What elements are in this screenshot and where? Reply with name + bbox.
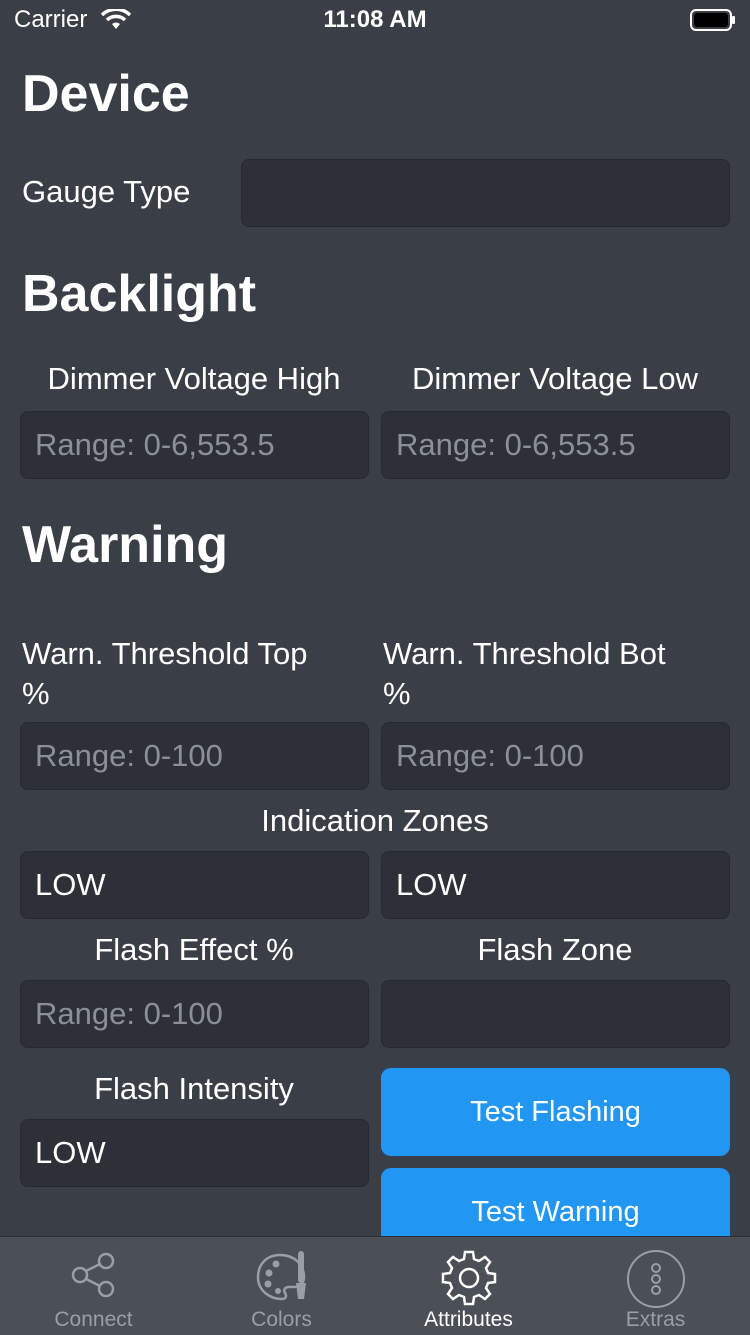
tab-extras-label: Extras [625,1308,686,1331]
indication-zones-label: Indication Zones [261,803,489,838]
threshold-bot-label: Warn. Threshold Bot % [383,634,666,714]
indication-zone-right-select[interactable]: LOW [381,851,730,919]
device-section-title: Device [22,65,190,123]
dimmer-high-input[interactable]: Range: 0-6,553.5 [20,411,369,479]
threshold-bot-label-line2: % [383,676,411,711]
clock: 11:08 AM [323,6,427,33]
threshold-bot-label-line1: Warn. Threshold Bot [383,636,666,671]
test-warning-button[interactable]: Test Warning [381,1168,730,1236]
dimmer-low-input[interactable]: Range: 0-6,553.5 [381,411,730,479]
threshold-top-label-line2: % [22,676,50,711]
threshold-top-label: Warn. Threshold Top % [22,634,307,714]
flash-zone-label: Flash Zone [477,932,633,967]
flash-intensity-select[interactable]: LOW [20,1119,369,1187]
gauge-type-field[interactable] [241,159,730,227]
flash-effect-input[interactable]: Range: 0-100 [20,980,369,1048]
tab-connect-label: Connect [54,1308,133,1331]
threshold-top-input[interactable]: Range: 0-100 [20,722,369,790]
more-icon [626,1250,685,1308]
gear-icon [441,1250,496,1306]
tab-attributes[interactable]: Attributes [375,1237,562,1335]
tab-attributes-label: Attributes [424,1308,513,1331]
tab-extras[interactable]: Extras [562,1237,749,1335]
flash-effect-label: Flash Effect % [94,932,294,967]
flash-zone-select[interactable] [381,980,730,1048]
backlight-section-title: Backlight [22,265,257,323]
warning-section-title: Warning [22,516,229,574]
flash-intensity-label: Flash Intensity [94,1071,294,1106]
battery-icon [690,9,735,31]
gauge-type-label: Gauge Type [22,174,191,209]
dimmer-high-label: Dimmer Voltage High [47,361,341,396]
test-flashing-button[interactable]: Test Flashing [381,1068,730,1156]
tab-colors[interactable]: Colors [188,1237,375,1335]
share-icon [71,1252,114,1298]
status-bar: Carrier 11:08 AM [0,0,750,40]
indication-zone-left-select[interactable]: LOW [20,851,369,919]
tab-bar: Connect Colors Attributes Extras [0,1236,750,1335]
tab-colors-label: Colors [251,1308,312,1331]
tab-connect[interactable]: Connect [0,1237,187,1335]
threshold-bot-input[interactable]: Range: 0-100 [381,722,730,790]
threshold-top-label-line1: Warn. Threshold Top [22,636,308,671]
palette-icon [256,1251,306,1301]
dimmer-low-label: Dimmer Voltage Low [411,361,698,396]
